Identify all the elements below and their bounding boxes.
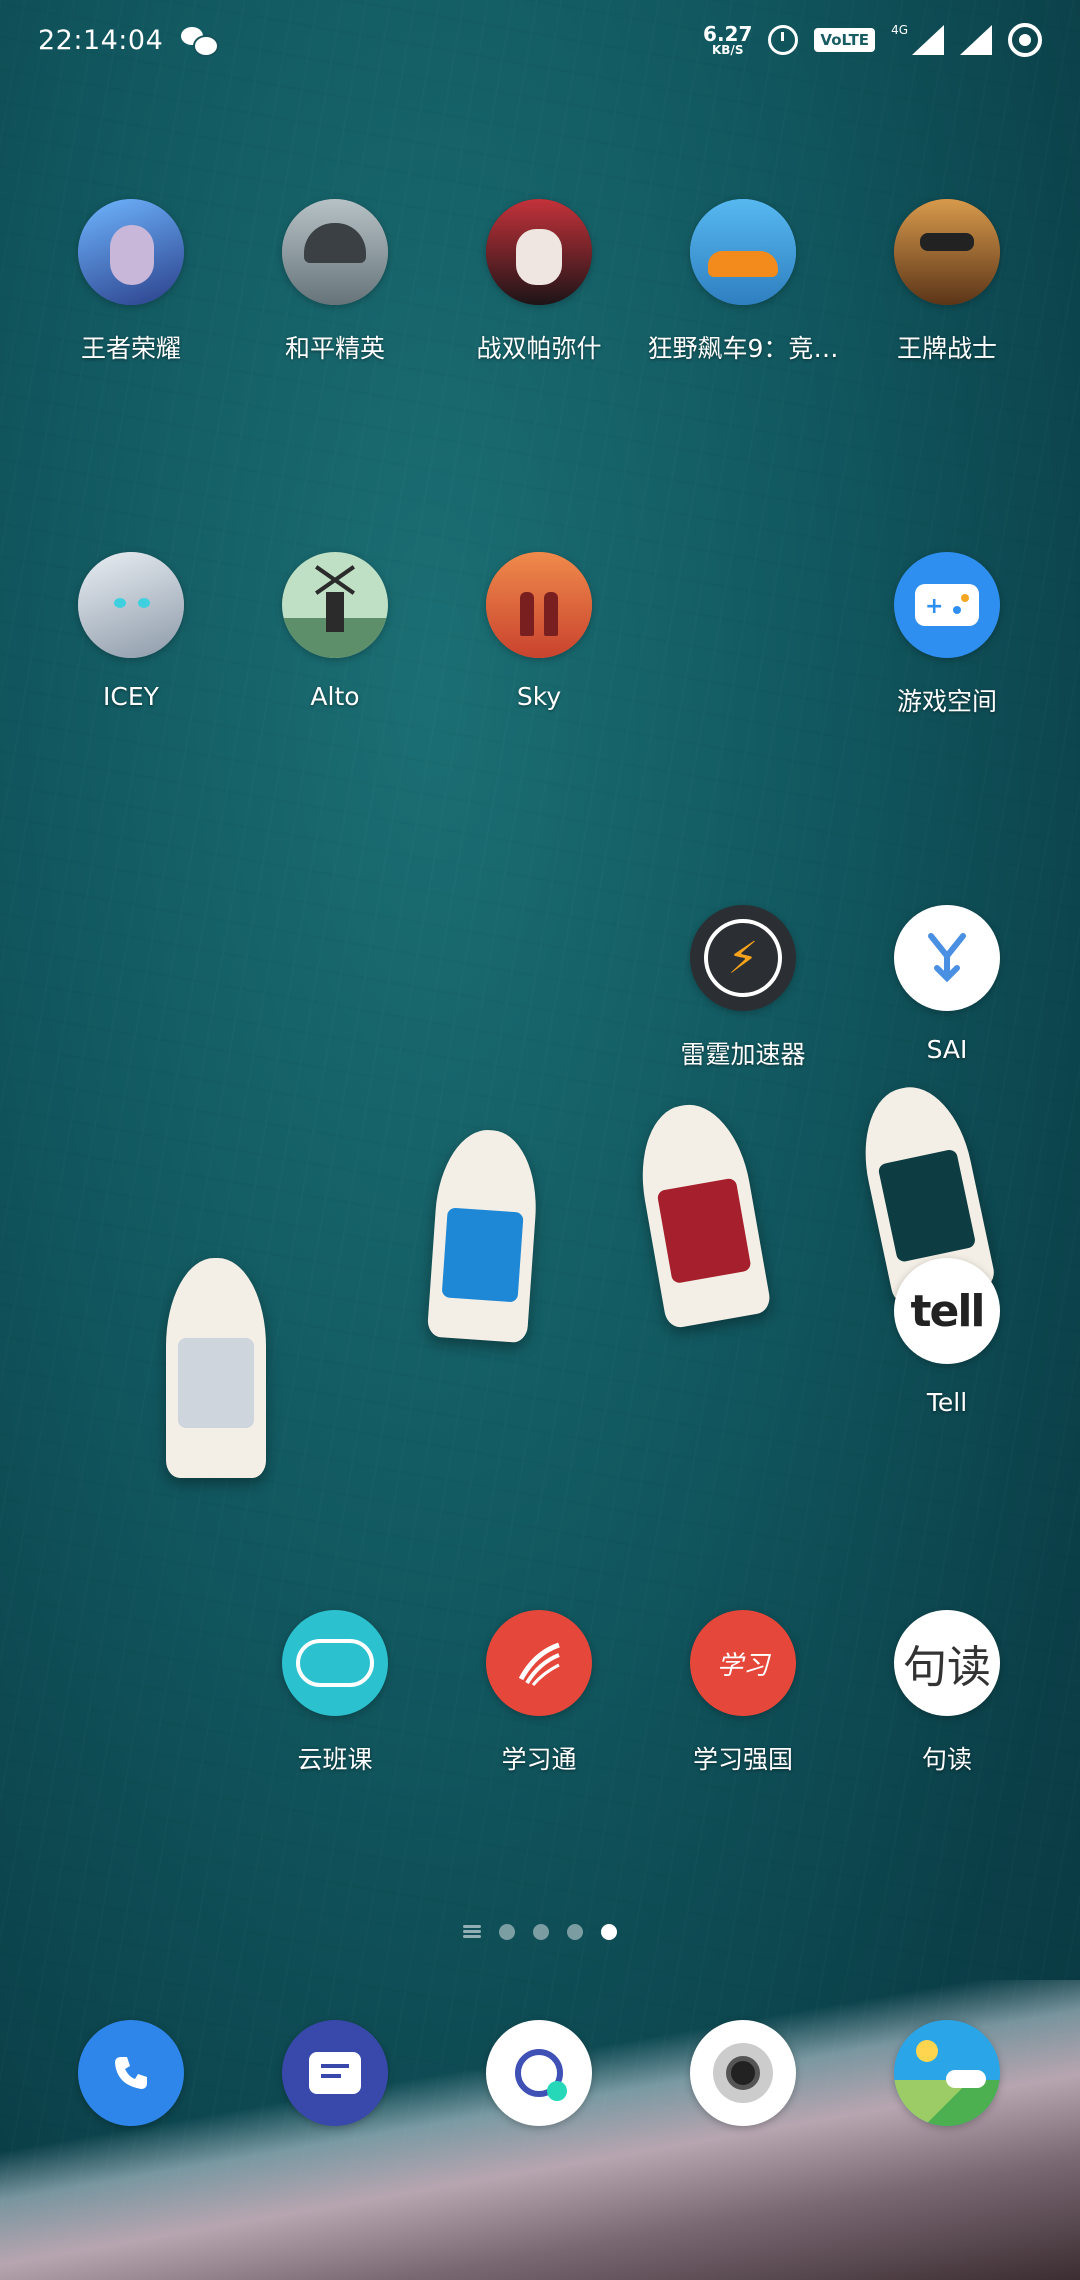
sky-icon[interactable]: [486, 552, 592, 658]
xuexi-qiangguo-icon[interactable]: 学习: [690, 1610, 796, 1716]
browser-icon[interactable]: [486, 2020, 592, 2126]
alarm-icon: [768, 25, 799, 55]
app-label: 王者荣耀: [80, 334, 181, 363]
cloud-class-icon[interactable]: [282, 1610, 388, 1716]
wechat-icon: [181, 25, 220, 57]
phone-icon[interactable]: [78, 2020, 184, 2126]
app-label: 雷霆加速器: [680, 1040, 806, 1069]
app-label: SAI: [926, 1035, 968, 1064]
app-game-space[interactable]: + 游戏空间: [847, 552, 1047, 718]
app-peacekeeper-elite[interactable]: 和平精英: [235, 199, 435, 365]
app-xuexi-qiangguo[interactable]: 学习 学习强国: [643, 1610, 843, 1776]
page-dot-4[interactable]: [601, 1924, 617, 1940]
network-speed-unit: KB/S: [711, 43, 744, 57]
honor-of-kings-icon[interactable]: [78, 199, 184, 305]
icey-icon[interactable]: [78, 552, 184, 658]
app-thunder-accelerator[interactable]: ⚡ 雷霆加速器: [643, 905, 843, 1071]
app-xuexitong[interactable]: 学习通: [439, 1610, 639, 1776]
app-sky[interactable]: Sky: [439, 552, 639, 711]
page-dot-2[interactable]: [533, 1924, 549, 1940]
punishing-gray-raven-icon[interactable]: [486, 199, 592, 305]
app-tell[interactable]: tell Tell: [847, 1258, 1047, 1417]
app-label: 学习通: [501, 1745, 577, 1774]
camera-icon[interactable]: [690, 2020, 796, 2126]
app-label: 云班课: [297, 1745, 373, 1774]
status-time: 22:14:04: [38, 24, 164, 56]
app-sai[interactable]: SAI: [847, 905, 1047, 1064]
app-label: 句读: [921, 1745, 972, 1774]
alto-icon[interactable]: [282, 552, 388, 658]
app-label: 战双帕弥什: [476, 334, 602, 363]
app-label: 学习强国: [692, 1745, 793, 1774]
app-label: 狂野飙车9：竞…: [647, 334, 839, 363]
dock-browser[interactable]: [439, 2020, 639, 2126]
network-speed-value: 6.27: [703, 22, 753, 46]
app-label: 游戏空间: [896, 687, 997, 716]
gallery-icon[interactable]: [894, 2020, 1000, 2126]
page-indicator[interactable]: [0, 1924, 1080, 1940]
sai-icon[interactable]: [894, 905, 1000, 1011]
signal-icon-2: [960, 25, 992, 55]
tell-icon[interactable]: tell: [894, 1258, 1000, 1364]
boat-blue: [426, 1126, 542, 1344]
app-label: Sky: [516, 682, 562, 711]
app-ace-warrior[interactable]: 王牌战士: [847, 199, 1047, 365]
dock: [0, 2020, 1080, 2130]
ace-warrior-icon[interactable]: [894, 199, 1000, 305]
network-speed: 6.27 KB/S: [703, 24, 752, 56]
battery-icon: [1008, 23, 1042, 57]
xuexitong-icon[interactable]: [486, 1610, 592, 1716]
asphalt-9-icon[interactable]: [690, 199, 796, 305]
signal-icon: [912, 25, 944, 55]
app-honor-of-kings[interactable]: 王者荣耀: [31, 199, 231, 365]
app-label: 和平精英: [284, 334, 385, 363]
app-drawer-icon[interactable]: [463, 1925, 481, 1939]
messages-icon[interactable]: [282, 2020, 388, 2126]
thunder-accelerator-icon[interactable]: ⚡: [690, 905, 796, 1011]
dock-messages[interactable]: [235, 2020, 435, 2126]
network-type: 4G: [891, 23, 908, 37]
dock-gallery[interactable]: [847, 2020, 1047, 2126]
dock-camera[interactable]: [643, 2020, 843, 2126]
app-cloud-class[interactable]: 云班课: [235, 1610, 435, 1776]
page-dot-1[interactable]: [499, 1924, 515, 1940]
app-icey[interactable]: ICEY: [31, 552, 231, 711]
status-bar: 22:14:04 6.27 KB/S VoLTE 4G: [0, 0, 1080, 80]
dock-phone[interactable]: [31, 2020, 231, 2126]
app-alto[interactable]: Alto: [235, 552, 435, 711]
game-space-icon[interactable]: +: [894, 552, 1000, 658]
app-label: Alto: [310, 682, 360, 711]
peacekeeper-elite-icon[interactable]: [282, 199, 388, 305]
app-label: 王牌战士: [896, 334, 997, 363]
app-punishing-gray-raven[interactable]: 战双帕弥什: [439, 199, 639, 365]
app-asphalt-9[interactable]: 狂野飙车9：竞…: [643, 199, 843, 365]
app-label: ICEY: [103, 682, 159, 711]
page-dot-3[interactable]: [567, 1924, 583, 1940]
app-judu[interactable]: 句读 句读: [847, 1610, 1047, 1776]
boat-white: [166, 1258, 266, 1478]
volte-badge: VoLTE: [814, 28, 876, 52]
app-label: Tell: [926, 1388, 968, 1417]
judu-icon[interactable]: 句读: [894, 1610, 1000, 1716]
